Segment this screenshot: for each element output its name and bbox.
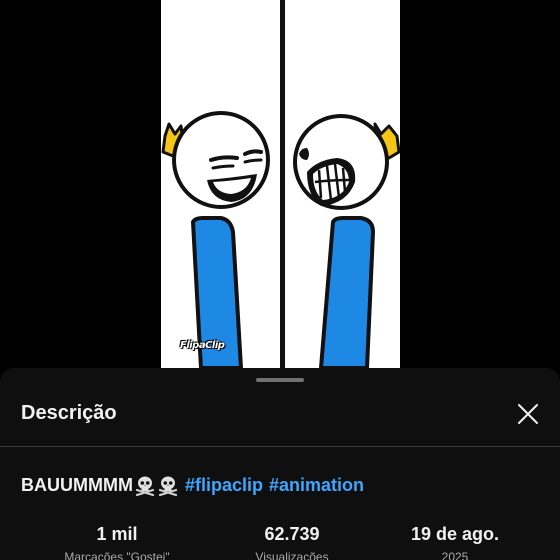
views-stat: 62.739 Visualizações xyxy=(255,524,328,560)
video-stats: 1 mil Marcações "Gostei" 62.739 Visualiz… xyxy=(0,524,560,560)
close-button[interactable] xyxy=(510,396,546,432)
views-label: Visualizações xyxy=(255,550,329,560)
divider xyxy=(0,446,560,447)
left-character xyxy=(161,111,270,368)
video-frame[interactable]: FlipaClip xyxy=(161,0,400,368)
skull-crossbones-icon xyxy=(158,476,178,496)
skull-crossbones-icon xyxy=(135,476,155,496)
animation-frame-illustration xyxy=(161,0,400,368)
likes-count: 1 mil xyxy=(96,524,138,544)
sheet-title: Descrição xyxy=(21,402,117,424)
video-description: BAUUMMMM #flipaclip #animation xyxy=(21,474,364,496)
panel-divider-line xyxy=(280,0,285,368)
likes-stat: 1 mil Marcações "Gostei" xyxy=(64,524,169,560)
hashtag-link[interactable]: #flipaclip xyxy=(185,475,263,496)
video-player[interactable]: FlipaClip xyxy=(0,0,560,368)
close-icon xyxy=(518,404,538,424)
flipaclip-watermark: FlipaClip xyxy=(180,340,225,351)
description-text: BAUUMMMM xyxy=(21,474,133,495)
description-sheet: Descrição BAUUMMMM #flipaclip #animation xyxy=(0,368,560,560)
drag-handle[interactable] xyxy=(256,378,304,382)
views-count: 62.739 xyxy=(264,524,320,544)
upload-year: 2025 xyxy=(441,550,469,560)
likes-label: Marcações "Gostei" xyxy=(64,550,170,560)
date-stat: 19 de ago. 2025 xyxy=(411,524,499,560)
upload-date: 19 de ago. xyxy=(410,524,500,544)
right-character xyxy=(293,114,400,368)
hashtag-link[interactable]: #animation xyxy=(269,475,364,496)
